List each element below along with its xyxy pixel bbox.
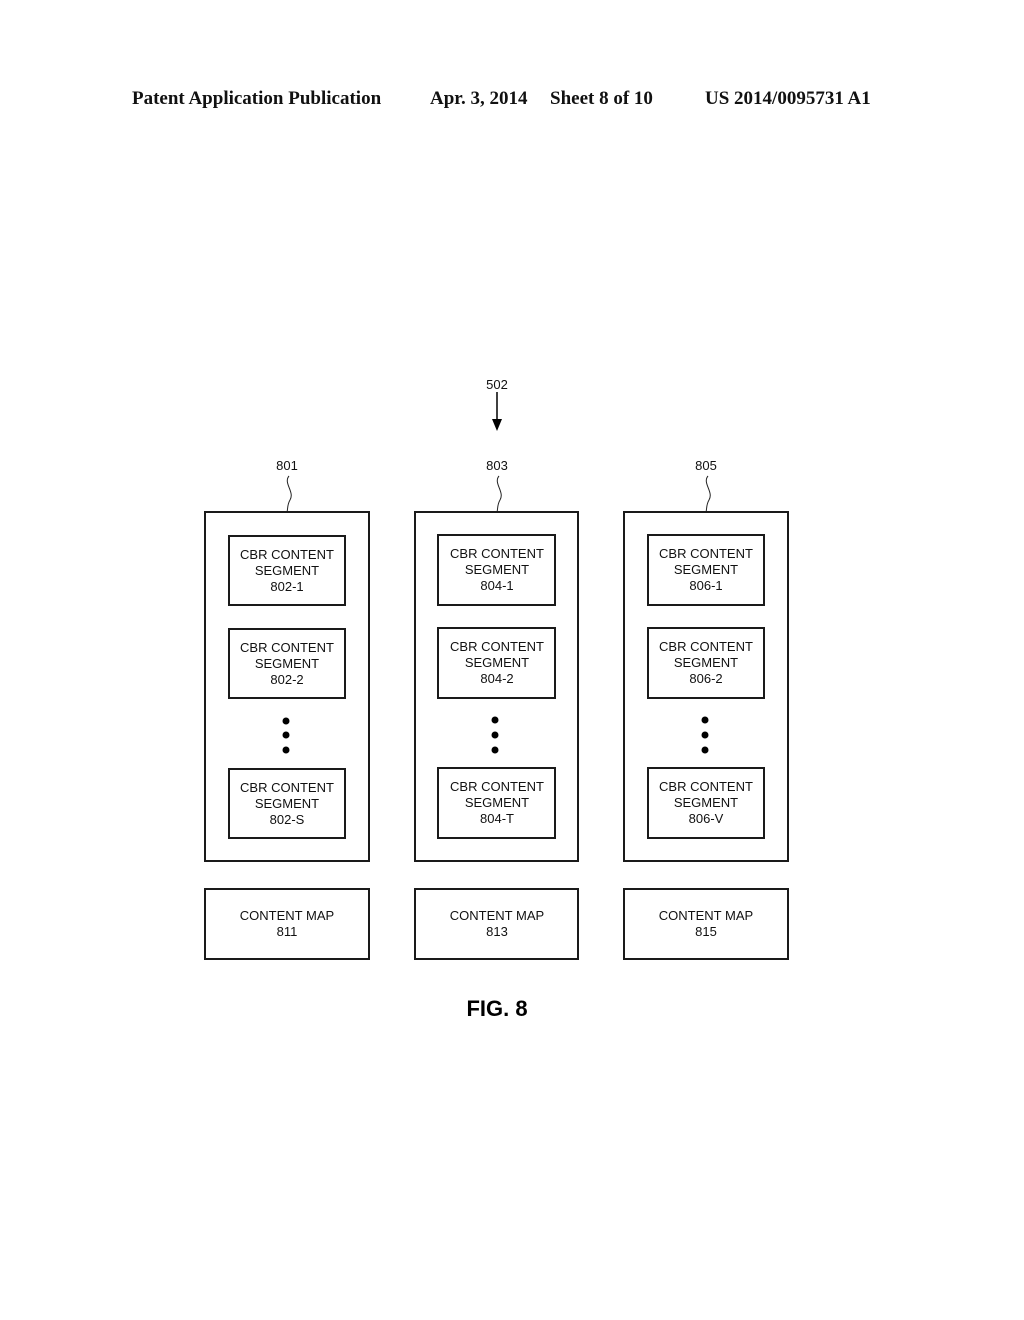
segment-label: CBR CONTENT: [450, 779, 544, 794]
column-801: 801 CBR CONTENT SEGMENT 802-1 CBR CONTEN…: [204, 458, 370, 960]
segment-label: SEGMENT: [255, 656, 319, 671]
ref-label: 805: [695, 458, 717, 473]
ellipsis-dots: [282, 717, 290, 754]
segment-label: SEGMENT: [465, 795, 529, 810]
content-map-id: 813: [486, 924, 508, 939]
segment-label: CBR CONTENT: [240, 640, 334, 655]
content-map-label: CONTENT MAP: [659, 908, 753, 923]
segment-label: SEGMENT: [674, 655, 738, 670]
segment-id: 804-2: [480, 671, 513, 686]
segment-box: CBR CONTENT SEGMENT 802-S: [228, 768, 346, 839]
leader-line: [705, 475, 711, 513]
segment-box: CBR CONTENT SEGMENT 802-2: [228, 628, 346, 699]
segment-box: CBR CONTENT SEGMENT 806-2: [647, 627, 765, 699]
segment-id: 802-1: [270, 579, 303, 594]
segment-box: CBR CONTENT SEGMENT 802-1: [228, 535, 346, 606]
segment-label: SEGMENT: [465, 655, 529, 670]
ref-label: 803: [486, 458, 508, 473]
segment-label: CBR CONTENT: [659, 546, 753, 561]
ref-label-502: 502: [486, 377, 508, 392]
segment-id: 806-1: [689, 578, 722, 593]
content-map-label: CONTENT MAP: [450, 908, 544, 923]
column-803: 803 CBR CONTENT SEGMENT 804-1 CBR CONTEN…: [414, 458, 579, 960]
content-map-box: CONTENT MAP 811: [204, 888, 370, 960]
ellipsis-dots: [701, 716, 709, 754]
segment-box: CBR CONTENT SEGMENT 806-1: [647, 534, 765, 606]
column-805: 805 CBR CONTENT SEGMENT 806-1 CBR CONTEN…: [623, 458, 789, 960]
segment-label: SEGMENT: [255, 563, 319, 578]
segment-box: CBR CONTENT SEGMENT 806-V: [647, 767, 765, 839]
segment-label: SEGMENT: [674, 562, 738, 577]
arrow-head-icon: [492, 419, 502, 431]
content-map-id: 811: [277, 924, 298, 939]
segment-label: SEGMENT: [674, 795, 738, 810]
content-map-label: CONTENT MAP: [240, 908, 334, 923]
segment-id: 806-2: [689, 671, 722, 686]
segment-id: 802-2: [270, 672, 303, 687]
content-map-box: CONTENT MAP 813: [414, 888, 579, 960]
segment-label: CBR CONTENT: [240, 780, 334, 795]
segment-id: 802-S: [270, 812, 305, 827]
content-map-box: CONTENT MAP 815: [623, 888, 789, 960]
leader-line: [286, 475, 292, 513]
segment-box: CBR CONTENT SEGMENT 804-2: [437, 627, 556, 699]
figure-caption: FIG. 8: [466, 996, 527, 1021]
segment-label: CBR CONTENT: [659, 639, 753, 654]
segment-label: CBR CONTENT: [240, 547, 334, 562]
input-arrow-502: 502: [486, 377, 508, 431]
segment-box: CBR CONTENT SEGMENT 804-1: [437, 534, 556, 606]
segment-id: 804-1: [480, 578, 513, 593]
ref-label: 801: [276, 458, 298, 473]
segment-id: 804-T: [480, 811, 514, 826]
segment-label: CBR CONTENT: [450, 639, 544, 654]
segment-label: CBR CONTENT: [659, 779, 753, 794]
figure-diagram: 502 801 CBR CONTENT SEGMENT 802-1 CBR CO…: [204, 377, 789, 1021]
segment-label: SEGMENT: [255, 796, 319, 811]
segment-box: CBR CONTENT SEGMENT 804-T: [437, 767, 556, 839]
leader-line: [496, 475, 502, 513]
segment-label: CBR CONTENT: [450, 546, 544, 561]
ellipsis-dots: [491, 716, 499, 754]
segment-id: 806-V: [689, 811, 724, 826]
content-map-id: 815: [695, 924, 717, 939]
segment-label: SEGMENT: [465, 562, 529, 577]
